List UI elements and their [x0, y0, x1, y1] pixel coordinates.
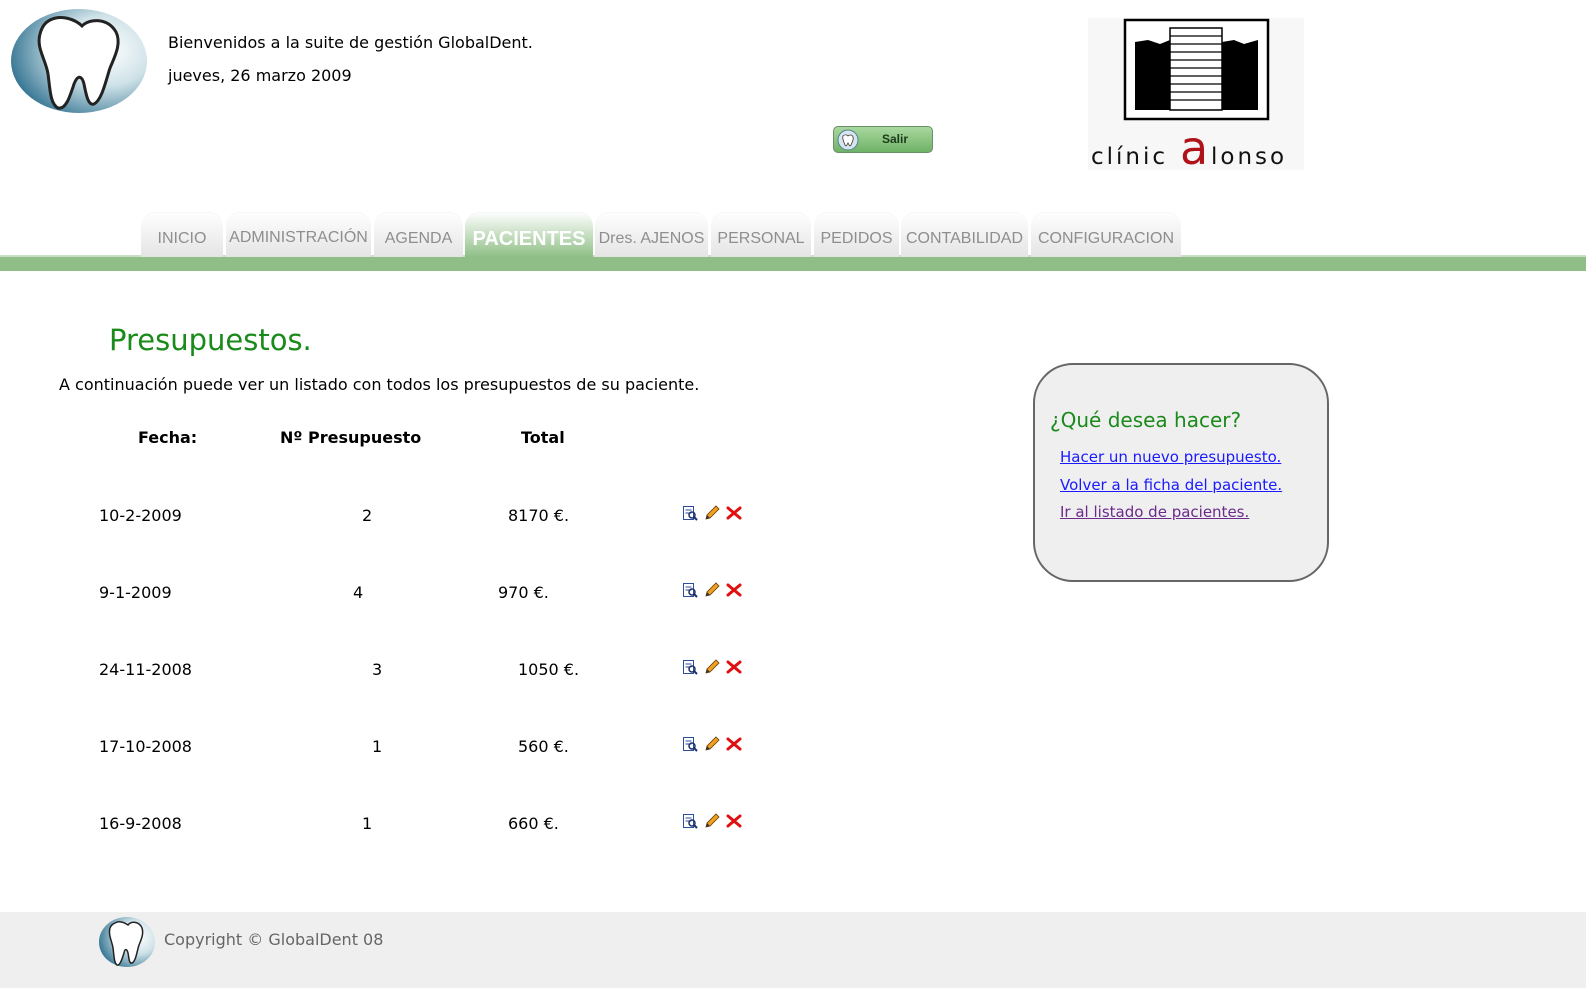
tab-inicio[interactable]: INICIO	[141, 212, 223, 257]
tab-personal[interactable]: PERSONAL	[711, 212, 811, 257]
row-total: 560 €.	[518, 737, 569, 756]
intro-text: A continuación puede ver un listado con …	[59, 375, 700, 394]
row-numero: 1	[372, 737, 383, 756]
row-actions	[682, 582, 746, 600]
row-total: 970 €.	[498, 583, 549, 602]
row-fecha: 10-2-2009	[99, 506, 182, 525]
delete-x-icon[interactable]	[726, 582, 742, 598]
row-fecha: 17-10-2008	[99, 737, 192, 756]
nav-bar	[0, 257, 1586, 271]
row-actions	[682, 505, 746, 523]
logout-button[interactable]: Salir	[833, 126, 933, 153]
column-header-fecha: Fecha:	[138, 428, 198, 447]
row-numero: 3	[372, 660, 383, 679]
clinic-logo-text-b: a	[1180, 121, 1208, 170]
tab-pacientes[interactable]: PACIENTES	[465, 212, 593, 257]
row-fecha: 16-9-2008	[99, 814, 182, 833]
row-actions	[682, 659, 746, 677]
logout-label: Salir	[882, 132, 909, 146]
current-date: jueves, 26 marzo 2009	[168, 66, 352, 85]
footer	[0, 912, 1586, 988]
delete-x-icon[interactable]	[726, 659, 742, 675]
edit-pencil-icon[interactable]	[704, 659, 720, 675]
row-numero: 1	[362, 814, 373, 833]
tab-dres-ajenos[interactable]: Dres. AJENOS	[595, 212, 708, 257]
row-fecha: 24-11-2008	[99, 660, 192, 679]
view-icon[interactable]	[682, 505, 698, 521]
tab-administracion[interactable]: ADMINISTRACIÓN	[226, 212, 371, 257]
tooth-icon	[837, 129, 859, 151]
column-header-total: Total	[521, 428, 565, 447]
clinica-alonso-logo: clínic a lonso	[1088, 18, 1304, 170]
welcome-text: Bienvenidos a la suite de gestión Global…	[168, 33, 533, 52]
row-total: 1050 €.	[518, 660, 580, 679]
tab-agenda[interactable]: AGENDA	[374, 212, 463, 257]
delete-x-icon[interactable]	[726, 505, 742, 521]
row-fecha: 9-1-2009	[99, 583, 172, 602]
patient-list-link[interactable]: Ir al listado de pacientes.	[1060, 503, 1249, 521]
page-title: Presupuestos.	[109, 323, 312, 357]
edit-pencil-icon[interactable]	[704, 582, 720, 598]
row-numero: 2	[362, 506, 373, 525]
footer-tooth-logo	[99, 917, 155, 967]
row-total: 8170 €.	[508, 506, 570, 525]
edit-pencil-icon[interactable]	[704, 505, 720, 521]
new-budget-link[interactable]: Hacer un nuevo presupuesto.	[1060, 448, 1281, 466]
clinic-logo-text-a: clínic	[1091, 144, 1168, 170]
row-numero: 4	[353, 583, 364, 602]
delete-x-icon[interactable]	[726, 736, 742, 752]
view-icon[interactable]	[682, 659, 698, 675]
row-actions	[682, 736, 746, 754]
column-header-numero: Nº Presupuesto	[280, 428, 422, 447]
view-icon[interactable]	[682, 736, 698, 752]
tab-contabilidad[interactable]: CONTABILIDAD	[901, 212, 1028, 257]
row-actions	[682, 813, 746, 831]
delete-x-icon[interactable]	[726, 813, 742, 829]
row-total: 660 €.	[508, 814, 559, 833]
edit-pencil-icon[interactable]	[704, 813, 720, 829]
tab-pedidos[interactable]: PEDIDOS	[814, 212, 899, 257]
tab-configuracion[interactable]: CONFIGURACION	[1031, 212, 1181, 257]
view-icon[interactable]	[682, 813, 698, 829]
patient-record-link[interactable]: Volver a la ficha del paciente.	[1060, 476, 1282, 494]
globaldent-logo	[11, 9, 147, 113]
view-icon[interactable]	[682, 582, 698, 598]
clinic-logo-text-c: lonso	[1211, 144, 1287, 170]
edit-pencil-icon[interactable]	[704, 736, 720, 752]
copyright-text: Copyright © GlobalDent 08	[164, 930, 384, 949]
actions-panel	[1033, 363, 1329, 582]
actions-panel-title: ¿Qué desea hacer?	[1050, 408, 1242, 432]
